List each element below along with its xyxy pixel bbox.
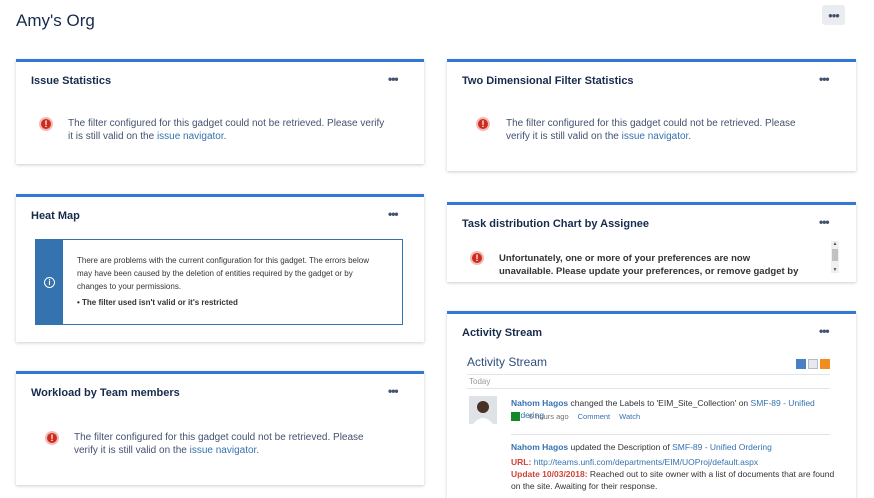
issue-navigator-link[interactable]: issue navigator [622,131,689,142]
configuration-warning-text: There are problems with the current conf… [77,256,369,291]
gadget-issue-statistics: Issue Statistics ••• ! The filter config… [16,59,424,164]
error-tail: . [256,445,260,456]
avatar[interactable] [469,396,497,424]
gadget-more-button[interactable]: ••• [388,384,399,398]
activity-stream-toolbar [796,359,830,369]
gadget-title: Heat Map [31,210,80,222]
gadget-activity-stream: Activity Stream ••• Activity Stream Toda… [447,311,856,498]
gadget-workload-by-team-members: Workload by Team members ••• ! The filte… [16,371,424,485]
gadget-two-dimensional-filter-statistics: Two Dimensional Filter Statistics ••• ! … [447,59,856,171]
description-update-line: Update 10/03/2018: Reached out to site o… [511,468,836,492]
gadget-title: Activity Stream [462,327,543,339]
error-icon: ! [45,431,59,445]
activity-entry: Nahom Hagos updated the Description of S… [511,441,836,453]
bullet-text: The filter used isn't valid or it's rest… [82,298,238,307]
error-tail: . [223,131,227,142]
filter-icon[interactable] [808,359,818,369]
issue-type-icon [511,412,520,421]
activity-user-link[interactable]: Nahom Hagos [511,442,568,452]
error-tail: . [688,131,692,142]
activity-stream-heading: Activity Stream [467,355,548,369]
error-message: The filter configured for this gadget co… [68,117,388,143]
gadget-more-button[interactable]: ••• [819,72,830,86]
scroll-down-icon[interactable]: ▼ [831,267,839,273]
rss-feed-icon[interactable] [820,359,830,369]
gadget-task-distribution-chart: Task distribution Chart by Assignee ••• … [447,202,856,282]
gadget-heat-map: Heat Map ••• i There are problems with t… [16,194,424,342]
gadget-more-button[interactable]: ••• [819,324,830,338]
configuration-warning-box: i There are problems with the current co… [35,239,403,325]
gadget-more-button[interactable]: ••• [388,72,399,86]
divider [511,434,830,435]
divider [467,388,830,389]
gadget-title: Issue Statistics [31,75,112,87]
activity-meta: 6 hours ago Comment Watch [511,412,640,421]
date-group-label: Today [469,377,491,386]
scroll-up-icon[interactable]: ▲ [831,241,839,247]
activity-action: updated the Description of [570,442,670,452]
configuration-warning-bullet: • The filter used isn't valid or it's re… [77,298,238,307]
update-label: Update 10/03/2018: [511,469,588,479]
comment-link[interactable]: Comment [578,412,611,421]
message-scrollbar[interactable]: ▲ ▼ [831,241,839,273]
preferences-unavailable-message: Unfortunately, one or more of your prefe… [499,253,799,276]
gadget-title: Two Dimensional Filter Statistics [462,75,634,87]
description-url-line: URL: http://teams.unfi.com/departments/E… [511,456,836,468]
activity-issue-link[interactable]: SMF-89 - Unified Ordering [672,442,772,452]
url-link[interactable]: http://teams.unfi.com/departments/EIM/UO… [534,457,758,467]
error-icon: ! [470,251,484,265]
info-icon: i [36,240,63,324]
page-title: Amy's Org [16,11,95,30]
error-icon: ! [39,117,53,131]
list-view-icon[interactable] [796,359,806,369]
gadget-more-button[interactable]: ••• [819,215,830,229]
divider [467,374,830,375]
activity-time: 6 hours ago [529,412,569,421]
error-message: The filter configured for this gadget co… [74,431,386,457]
error-message: The filter configured for this gadget co… [506,117,816,143]
url-label: URL: [511,457,532,467]
activity-description: URL: http://teams.unfi.com/departments/E… [511,456,836,492]
scroll-thumb[interactable] [832,249,838,261]
error-icon: ! [476,117,490,131]
gadget-title: Workload by Team members [31,387,180,399]
activity-user-link[interactable]: Nahom Hagos [511,398,568,408]
issue-navigator-link[interactable]: issue navigator [157,131,224,142]
dashboard-more-button[interactable]: ••• [822,5,845,25]
gadget-more-button[interactable]: ••• [388,207,399,221]
activity-action: changed the Labels to 'EIM_Site_Collecti… [570,398,749,408]
gadget-title: Task distribution Chart by Assignee [462,218,650,230]
issue-navigator-link[interactable]: issue navigator [190,445,257,456]
watch-link[interactable]: Watch [619,412,640,421]
